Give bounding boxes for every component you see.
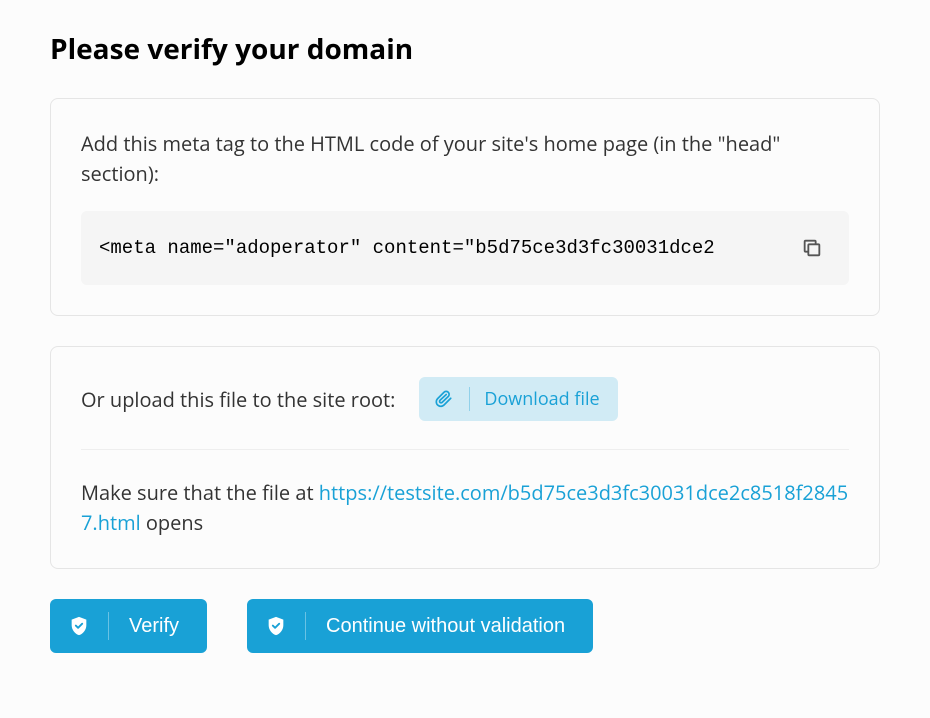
copy-icon <box>801 237 823 259</box>
continue-button-label: Continue without validation <box>326 615 565 638</box>
meta-tag-card: Add this meta tag to the HTML code of yo… <box>50 98 880 316</box>
meta-instruction: Add this meta tag to the HTML code of yo… <box>81 129 849 189</box>
verify-file-text: Make sure that the file at https://tests… <box>81 478 849 538</box>
code-snippet: <meta name="adoperator" content="b5d75ce… <box>99 237 715 259</box>
page-title: Please verify your domain <box>50 30 880 68</box>
upload-card: Or upload this file to the site root: Do… <box>50 346 880 569</box>
upload-instruction: Or upload this file to the site root: <box>81 386 395 413</box>
download-file-button[interactable]: Download file <box>419 377 617 421</box>
make-sure-suffix: opens <box>141 509 204 536</box>
shield-check-icon <box>265 614 287 638</box>
make-sure-prefix: Make sure that the file at <box>81 479 319 506</box>
download-file-label: Download file <box>484 387 599 411</box>
verify-button[interactable]: Verify <box>50 599 207 653</box>
button-row: Verify Continue without validation <box>50 599 880 653</box>
code-block: <meta name="adoperator" content="b5d75ce… <box>81 211 849 285</box>
verify-button-label: Verify <box>129 615 179 638</box>
upload-row: Or upload this file to the site root: Do… <box>81 377 849 450</box>
continue-without-validation-button[interactable]: Continue without validation <box>247 599 593 653</box>
copy-button[interactable] <box>793 229 831 267</box>
attachment-icon <box>433 390 455 408</box>
shield-check-icon <box>68 614 90 638</box>
